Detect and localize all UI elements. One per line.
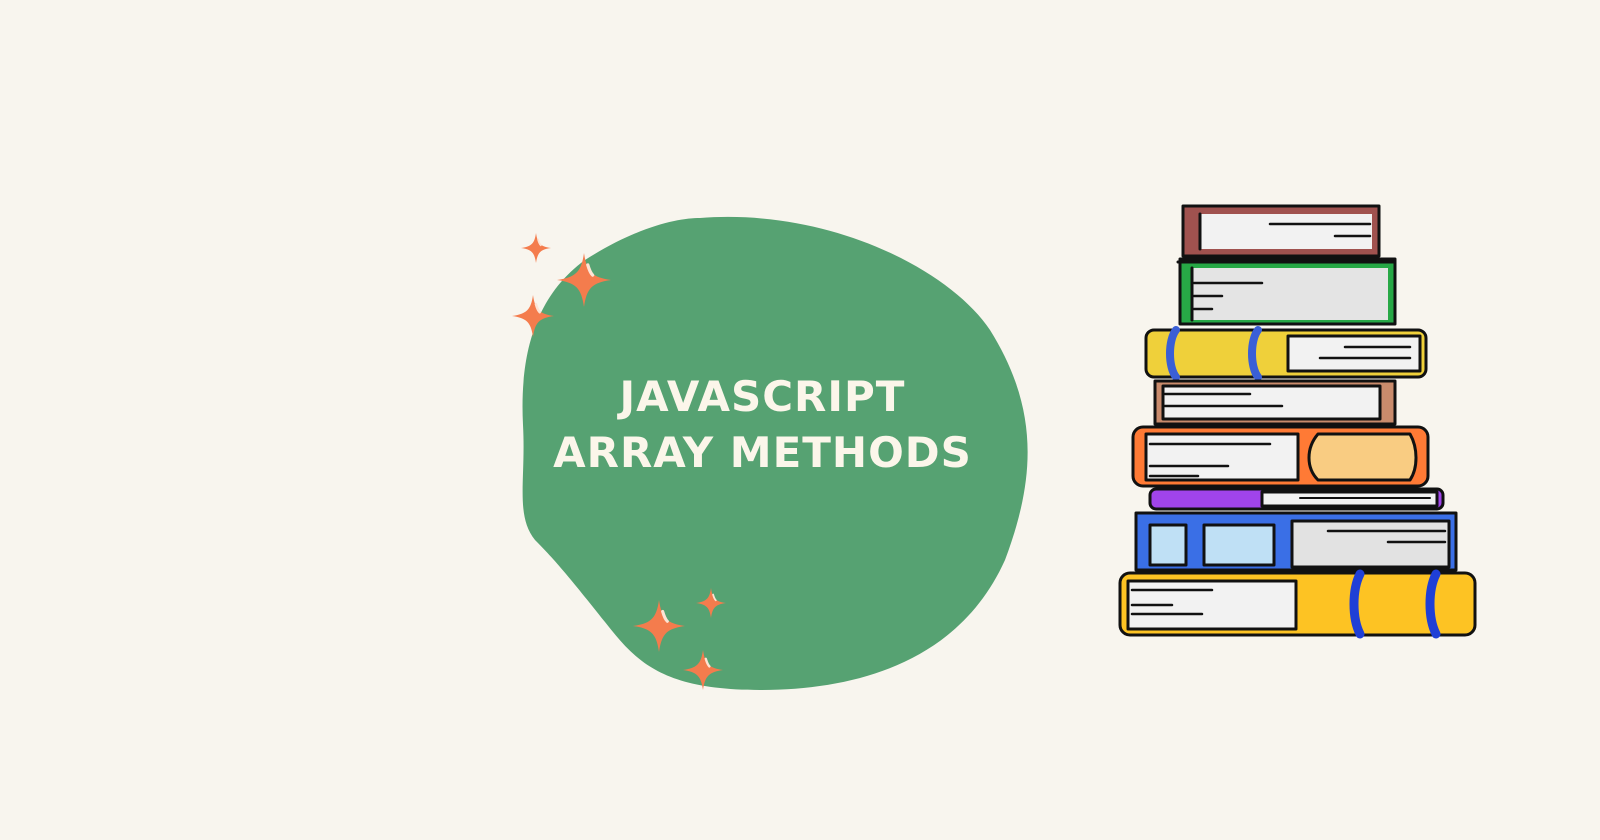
book-stack-illustration	[1118, 204, 1477, 639]
book-yellow-bottom	[1118, 569, 1477, 639]
book-tan	[1153, 379, 1397, 426]
sparkle-icon	[521, 233, 551, 263]
book-purple	[1148, 487, 1445, 511]
book-green	[1176, 257, 1397, 326]
book-blue	[1134, 511, 1458, 572]
book-orange	[1131, 425, 1430, 488]
book-maroon	[1181, 204, 1381, 258]
book-yellow	[1144, 326, 1428, 381]
title-line-1: JAVASCRIPT	[619, 372, 906, 421]
title-line-2: ARRAY METHODS	[553, 428, 972, 477]
banner: JAVASCRIPT ARRAY METHODS	[0, 0, 1600, 840]
